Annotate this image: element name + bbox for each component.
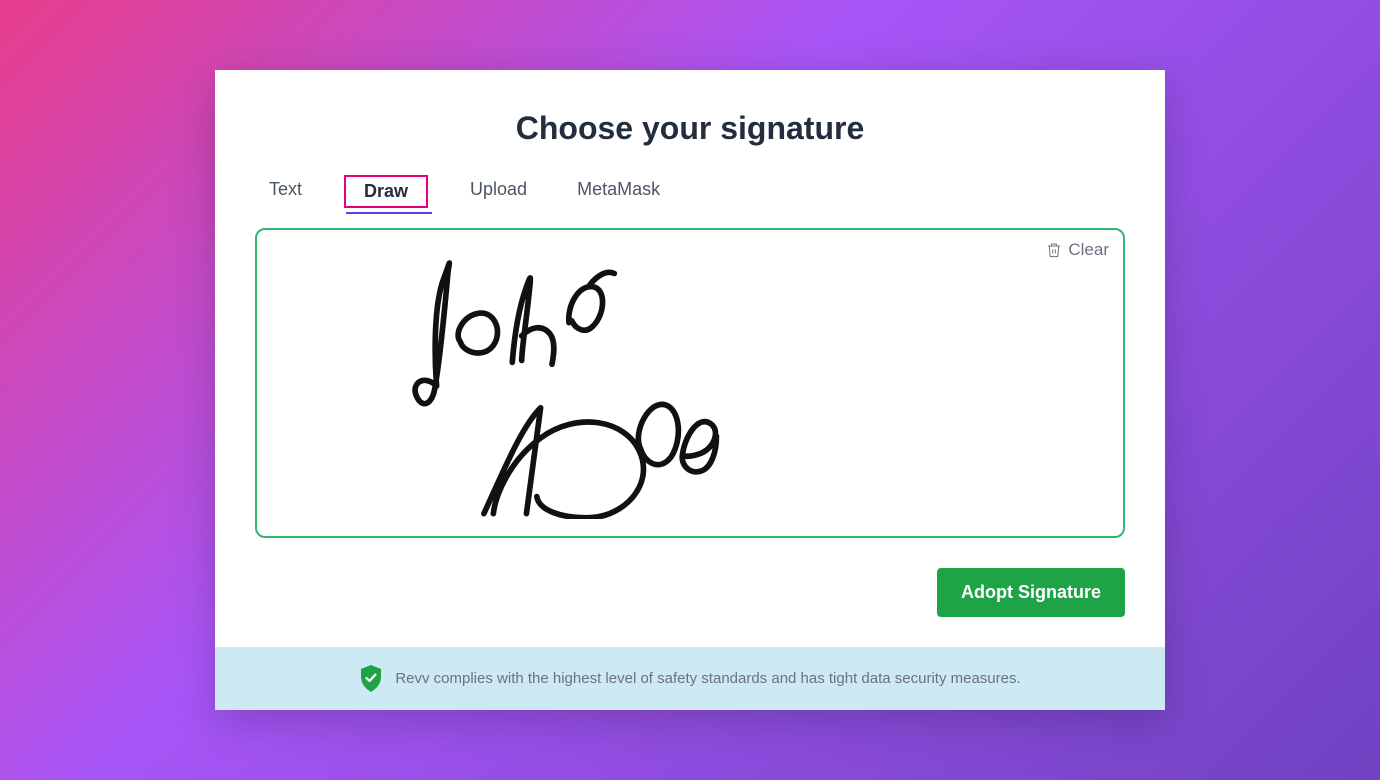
modal-title: Choose your signature: [255, 110, 1125, 147]
signature-canvas[interactable]: Clear: [255, 228, 1125, 538]
adopt-signature-button[interactable]: Adopt Signature: [937, 568, 1125, 617]
tab-upload[interactable]: Upload: [462, 175, 535, 208]
tab-draw[interactable]: Draw: [344, 175, 428, 208]
tab-metamask[interactable]: MetaMask: [569, 175, 668, 208]
signature-drawing: [257, 230, 1123, 519]
footer-text: Revv complies with the highest level of …: [395, 670, 1020, 687]
tab-text[interactable]: Text: [261, 175, 310, 208]
action-row: Adopt Signature: [255, 568, 1125, 617]
shield-check-icon: [359, 665, 383, 692]
modal-body: Choose your signature Text Draw Upload M…: [215, 70, 1165, 647]
signature-modal: Choose your signature Text Draw Upload M…: [215, 70, 1165, 710]
security-footer: Revv complies with the highest level of …: [215, 647, 1165, 710]
tab-list: Text Draw Upload MetaMask: [255, 175, 1125, 208]
